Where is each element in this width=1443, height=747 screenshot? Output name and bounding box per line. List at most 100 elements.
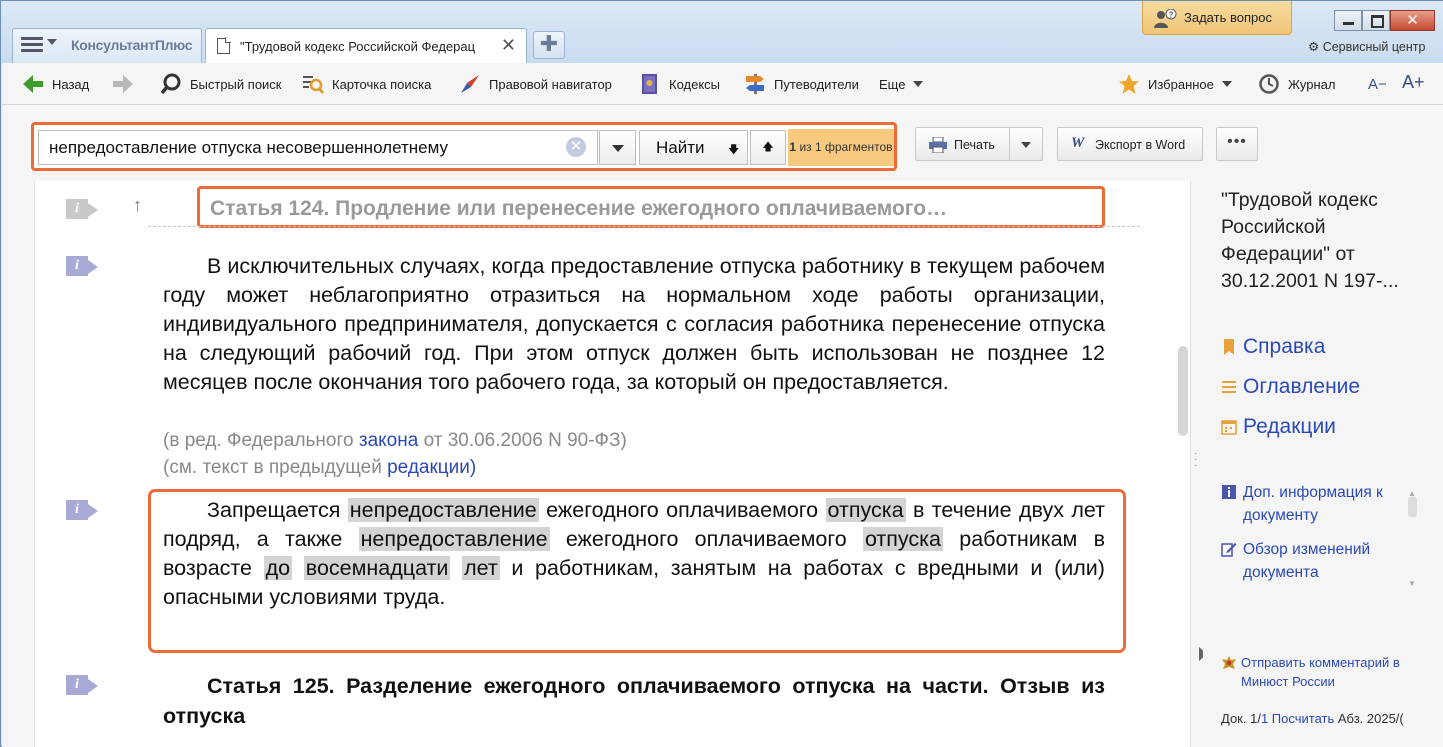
edition-note-1: (в ред. Федерального закона от 30.06.200… (163, 427, 627, 454)
editions-link[interactable]: Редакции (1221, 415, 1336, 439)
chevron-down-icon (47, 39, 57, 45)
scrollbar-thumb[interactable] (1408, 497, 1417, 517)
favorites-label: Избранное (1148, 76, 1214, 92)
paragraph-1: В исключительных случаях, когда предоста… (163, 252, 1105, 397)
bookmark-icon (1224, 339, 1234, 355)
article-124-title[interactable]: Статья 124. Продление или перенесение еж… (210, 197, 947, 221)
scroll-down-icon[interactable]: ▼ (1408, 579, 1416, 588)
note-1-suffix: от 30.06.2006 N 90-ФЗ) (418, 430, 627, 451)
guides-label: Путеводители (774, 76, 859, 92)
count-link[interactable]: Посчитать (1272, 711, 1334, 726)
extra-info-label: Доп. информация к документу (1243, 484, 1383, 524)
edition-link[interactable]: редакции) (387, 457, 476, 478)
forward-button[interactable] (112, 73, 142, 95)
article-124-frame: Статья 124. Продление или перенесение еж… (197, 186, 1105, 228)
search-input[interactable] (38, 130, 598, 165)
changes-review-label: Обзор изменений документа (1243, 541, 1371, 581)
font-smaller-button[interactable]: A− (1368, 73, 1387, 95)
export-word-label: Экспорт в Word (1095, 138, 1186, 152)
edition-note-2: (см. текст в предыдущей редакции) (163, 454, 476, 481)
search-card-label: Карточка поиска (332, 76, 432, 92)
print-label: Печать (954, 138, 995, 152)
document-scrollbar[interactable] (1178, 191, 1188, 738)
search-card-button[interactable]: Карточка поиска (302, 73, 431, 95)
window-controls: ✕ (1334, 10, 1435, 31)
send-comment-label: Отправить комментарий в Минюст России (1241, 655, 1400, 689)
paragraph-info-icon[interactable]: i (66, 675, 100, 695)
paragraph-info-icon[interactable]: i (66, 500, 100, 520)
divider (148, 226, 1140, 227)
journal-label: Журнал (1288, 76, 1336, 92)
go-up-arrow-icon[interactable]: ↑ (133, 195, 142, 216)
codes-button[interactable]: Кодексы (639, 73, 720, 95)
article-125-text: Статья 125. Разделение ежегодного оплачи… (163, 674, 1105, 728)
paragraph-info-icon[interactable]: i (66, 199, 100, 219)
minimize-button[interactable] (1334, 10, 1362, 31)
search-card-icon (303, 76, 324, 94)
arrow-right-icon (113, 75, 133, 93)
quick-search-label: Быстрый поиск (190, 76, 282, 92)
star-icon (1119, 74, 1139, 94)
clear-search-icon[interactable]: ✕ (566, 137, 586, 157)
extra-info-link[interactable]: Доп. информация к документу (1221, 481, 1411, 527)
history-clock-icon (1259, 74, 1279, 94)
favorites-button[interactable]: Избранное (1118, 73, 1232, 95)
law-link[interactable]: закона (359, 430, 418, 451)
more-menu-button[interactable]: Еще (879, 73, 924, 95)
scrollbar-thumb[interactable] (1178, 346, 1188, 436)
close-window-button[interactable]: ✕ (1390, 10, 1435, 31)
search-highlight-frame: ✕ Найти 🡇 🡅 1 из 1 фрагментов (31, 122, 897, 171)
print-button[interactable]: Печать (915, 127, 1043, 161)
user-question-icon: ? (1154, 9, 1177, 28)
navigator-icon (461, 75, 479, 93)
list-icon (1222, 381, 1236, 393)
main-toolbar: Назад Быстрый поиск Карточка поиска Прав… (2, 63, 1443, 105)
close-tab-icon[interactable]: ✕ (501, 35, 516, 56)
links-scrollbar[interactable]: ▲ ▼ (1406, 489, 1418, 589)
contents-link[interactable]: Оглавление (1221, 375, 1360, 399)
article-125-title[interactable]: Статья 125. Разделение ежегодного оплачи… (163, 671, 1105, 731)
search-icon (160, 73, 181, 95)
search-history-dropdown[interactable] (599, 130, 636, 165)
document-icon (217, 37, 231, 54)
paragraph-info-icon[interactable]: i (66, 256, 100, 276)
export-word-button[interactable]: W Экспорт в Word (1057, 127, 1203, 161)
print-options-chevron-icon[interactable] (1021, 142, 1031, 148)
back-button[interactable]: Назад (22, 73, 89, 95)
status-prefix: Док. 1/ (1221, 711, 1261, 726)
guides-button[interactable]: Путеводители (744, 73, 859, 95)
quick-search-button[interactable]: Быстрый поиск (160, 73, 282, 95)
menu-icon[interactable] (21, 37, 43, 55)
text: ежегодного оплачиваемого (546, 498, 819, 522)
new-tab-button[interactable]: ✚ (533, 31, 565, 59)
service-center-link[interactable]: ⚙ Сервисный центр (1308, 39, 1425, 54)
legal-navigator-button[interactable]: Правовой навигатор (459, 73, 612, 95)
status-suffix: Абз. 2025/( (1334, 711, 1404, 726)
note-2-prefix: (см. текст в предыдущей (163, 457, 388, 478)
find-next-button[interactable]: Найти 🡇 (639, 130, 748, 165)
send-comment-link[interactable]: Отправить комментарий в Минюст России (1221, 653, 1443, 691)
more-actions-button[interactable]: ••• (1216, 127, 1258, 161)
doc-number-link[interactable]: 1 (1261, 711, 1268, 726)
tab-home[interactable]: КонсультантПлюс (12, 28, 202, 63)
contents-label: Оглавление (1243, 375, 1361, 398)
printer-icon (929, 137, 947, 153)
maximize-button[interactable] (1362, 10, 1390, 31)
legal-navigator-label: Правовой навигатор (489, 76, 612, 92)
find-previous-button[interactable]: 🡅 (750, 130, 786, 165)
ask-question-button[interactable]: ? Задать вопрос (1142, 1, 1292, 35)
edit-document-icon (1221, 543, 1237, 557)
chevron-down-icon (1221, 81, 1232, 87)
changes-review-link[interactable]: Обзор изменений документа (1221, 538, 1411, 584)
reference-link[interactable]: Справка (1221, 335, 1325, 359)
back-label: Назад (52, 76, 90, 92)
search-hit: до (263, 556, 293, 580)
ask-question-label: Задать вопрос (1184, 10, 1272, 25)
word-icon: W (1071, 135, 1085, 151)
app-window: КонсультантПлюс "Трудовой кодекс Российс… (0, 0, 1443, 747)
tab-document[interactable]: "Трудовой кодекс Российской Федерац ✕ (205, 28, 527, 64)
journal-button[interactable]: Журнал (1258, 73, 1335, 95)
note-1-prefix: (в ред. Федерального (163, 430, 359, 451)
font-larger-button[interactable]: A+ (1402, 71, 1425, 93)
search-hit: отпуска (825, 498, 906, 522)
